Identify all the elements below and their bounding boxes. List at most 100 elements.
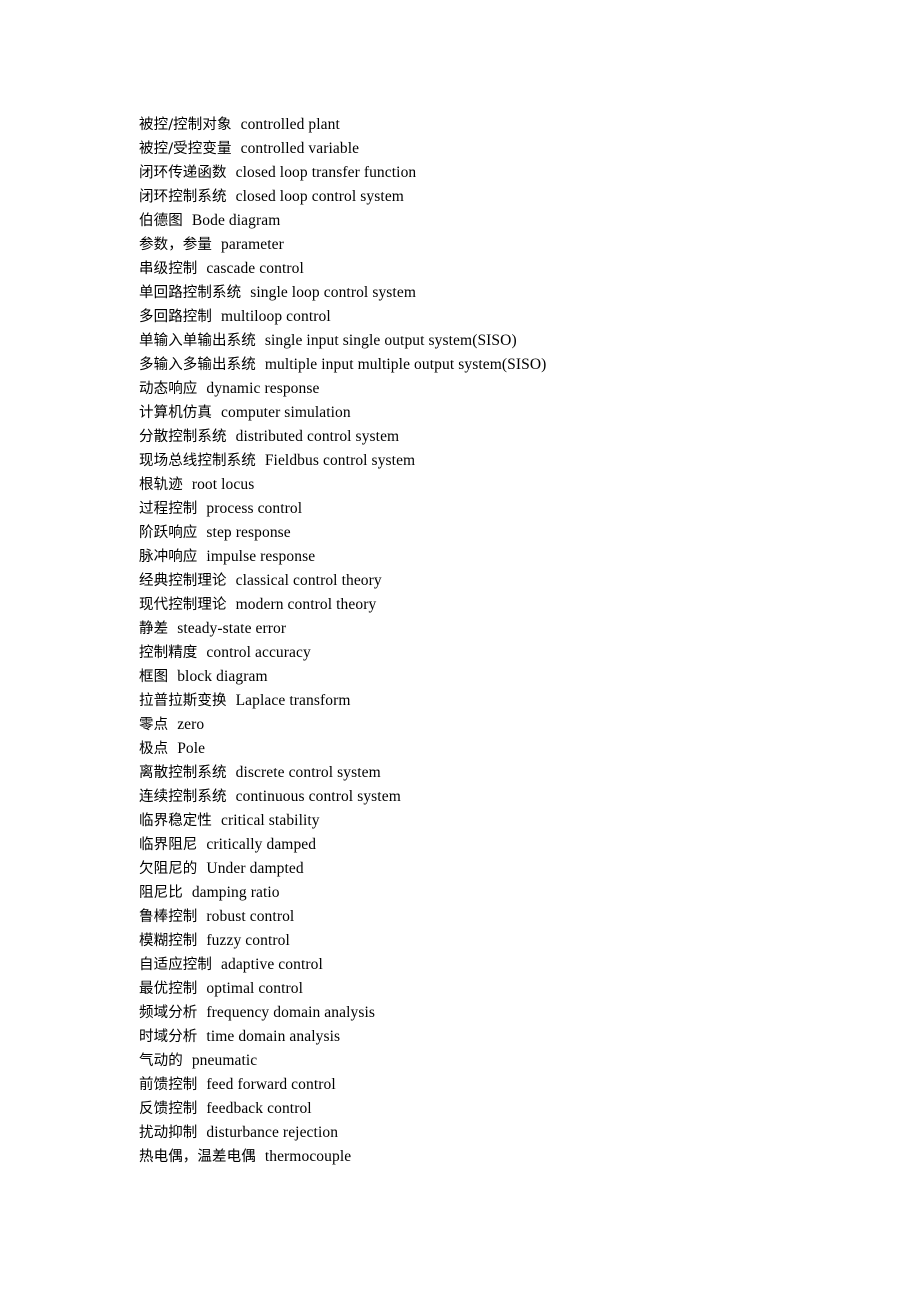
glossary-entry: 单输入单输出系统 single input single output syste… [139, 329, 839, 353]
glossary-term-english: Under dampted [206, 860, 304, 877]
glossary-term-chinese: 拉普拉斯变换 [139, 693, 227, 709]
glossary-term-chinese: 闭环传递函数 [139, 165, 227, 181]
glossary-entry: 离散控制系统 discrete control system [139, 761, 839, 785]
glossary-term-chinese: 临界稳定性 [139, 813, 212, 829]
glossary-term-english: optimal control [206, 980, 304, 997]
glossary-entry: 多输入多输出系统 multiple input multiple output s… [139, 353, 839, 377]
glossary-term-chinese: 计算机仿真 [139, 405, 212, 421]
glossary-term-chinese: 动态响应 [139, 381, 198, 397]
glossary-term-english: process control [206, 500, 303, 517]
glossary-term-chinese: 多回路控制 [139, 309, 212, 325]
glossary-entry: 经典控制理论 classical control theory [139, 569, 839, 593]
glossary-term-english: step response [206, 524, 291, 541]
glossary-entry: 扰动抑制 disturbance rejection [139, 1121, 839, 1145]
glossary-term-english: damping ratio [191, 884, 280, 901]
glossary-term-english: multiple input multiple output system(SI… [264, 356, 547, 373]
glossary-term-english: robust control [206, 908, 295, 925]
glossary-entry: 阶跃响应 step response [139, 521, 839, 545]
glossary-term-chinese: 频域分析 [139, 1005, 198, 1021]
glossary-term-english: closed loop control system [235, 188, 404, 205]
glossary-term-chinese: 欠阻尼的 [139, 861, 198, 877]
glossary-term-english: disturbance rejection [206, 1124, 339, 1141]
glossary-term-chinese: 反馈控制 [139, 1101, 198, 1117]
glossary-term-english: discrete control system [235, 764, 381, 781]
glossary-term-english: steady-state error [177, 620, 287, 637]
glossary-term-english: adaptive control [221, 956, 323, 973]
glossary-term-english: single loop control system [250, 284, 416, 301]
glossary-entry: 现代控制理论 modern control theory [139, 593, 839, 617]
glossary-entry: 模糊控制 fuzzy control [139, 929, 839, 953]
glossary-entry: 反馈控制 feedback control [139, 1097, 839, 1121]
glossary-entry: 闭环控制系统 closed loop control system [139, 185, 839, 209]
glossary-term-chinese: 气动的 [139, 1053, 183, 1069]
glossary-entry: 脉冲响应 impulse response [139, 545, 839, 569]
glossary-term-english: control accuracy [206, 644, 311, 661]
glossary-term-english: computer simulation [221, 404, 351, 421]
glossary-term-chinese: 闭环控制系统 [139, 189, 227, 205]
glossary-entry: 分散控制系统 distributed control system [139, 425, 839, 449]
glossary-term-english: parameter [221, 236, 284, 253]
glossary-entry: 被控/控制对象 controlled plant [139, 113, 839, 137]
glossary-term-chinese: 最优控制 [139, 981, 198, 997]
glossary-term-english: Laplace transform [235, 692, 351, 709]
glossary-entry: 串级控制 cascade control [139, 257, 839, 281]
document-page: 被控/控制对象 controlled plant 被控/受控变量 controlled… [0, 0, 920, 1302]
glossary-term-english: block diagram [177, 668, 268, 685]
glossary-term-chinese: 伯德图 [139, 213, 183, 229]
glossary-entry: 气动的 pneumatic [139, 1049, 839, 1073]
glossary-term-chinese: 临界阻尼 [139, 837, 198, 853]
glossary-entry: 连续控制系统 continuous control system [139, 785, 839, 809]
glossary-term-english: root locus [191, 476, 255, 493]
glossary-term-chinese: 自适应控制 [139, 957, 212, 973]
glossary-entry: 阻尼比 damping ratio [139, 881, 839, 905]
glossary-term-chinese: 连续控制系统 [139, 789, 227, 805]
glossary-term-english: Fieldbus control system [264, 452, 416, 469]
glossary-entry: 单回路控制系统 single loop control system [139, 281, 839, 305]
glossary-entry: 控制精度 control accuracy [139, 641, 839, 665]
glossary-term-chinese: 模糊控制 [139, 933, 198, 949]
glossary-term-english: distributed control system [235, 428, 400, 445]
glossary-term-english: multiloop control [221, 308, 331, 325]
glossary-term-chinese: 参数，参量 [139, 237, 212, 253]
glossary-term-chinese: 多输入多输出系统 [139, 357, 256, 373]
glossary-term-english: time domain analysis [206, 1028, 341, 1045]
glossary-entry: 热电偶，温差电偶 thermocouple [139, 1145, 839, 1169]
glossary-term-english: dynamic response [206, 380, 320, 397]
glossary-entry: 伯德图 Bode diagram [139, 209, 839, 233]
glossary-entry: 拉普拉斯变换 Laplace transform [139, 689, 839, 713]
glossary-entry: 动态响应 dynamic response [139, 377, 839, 401]
glossary-entry: 频域分析 frequency domain analysis [139, 1001, 839, 1025]
glossary-term-chinese: 框图 [139, 669, 169, 685]
glossary-term-chinese: 扰动抑制 [139, 1125, 198, 1141]
glossary-term-english: thermocouple [264, 1148, 352, 1165]
glossary-term-chinese: 过程控制 [139, 501, 198, 517]
glossary-entry: 静差 steady-state error [139, 617, 839, 641]
glossary-entry: 闭环传递函数 closed loop transfer function [139, 161, 839, 185]
glossary-term-english: Bode diagram [191, 212, 281, 229]
glossary-entry: 时域分析 time domain analysis [139, 1025, 839, 1049]
glossary-term-chinese: 热电偶，温差电偶 [139, 1149, 256, 1165]
glossary-term-english: continuous control system [235, 788, 401, 805]
glossary-term-english: classical control theory [235, 572, 382, 589]
glossary-term-chinese: 经典控制理论 [139, 573, 227, 589]
glossary-entry: 欠阻尼的 Under dampted [139, 857, 839, 881]
glossary-entry: 现场总线控制系统 Fieldbus control system [139, 449, 839, 473]
glossary-term-english: impulse response [206, 548, 316, 565]
glossary-term-chinese: 鲁棒控制 [139, 909, 198, 925]
glossary-term-chinese: 单回路控制系统 [139, 285, 242, 301]
glossary-term-english: critically damped [206, 836, 317, 853]
glossary-entry: 临界稳定性 critical stability [139, 809, 839, 833]
glossary-entry: 多回路控制 multiloop control [139, 305, 839, 329]
glossary-term-chinese: 极点 [139, 741, 169, 757]
glossary-term-english: frequency domain analysis [206, 1004, 376, 1021]
glossary-term-english: zero [177, 716, 205, 733]
glossary-list: 被控/控制对象 controlled plant 被控/受控变量 controlled… [139, 113, 839, 1169]
glossary-entry: 最优控制 optimal control [139, 977, 839, 1001]
glossary-entry: 过程控制 process control [139, 497, 839, 521]
glossary-entry: 鲁棒控制 robust control [139, 905, 839, 929]
glossary-term-chinese: 单输入单输出系统 [139, 333, 256, 349]
glossary-entry: 框图 block diagram [139, 665, 839, 689]
glossary-term-chinese: 离散控制系统 [139, 765, 227, 781]
glossary-term-chinese: 现代控制理论 [139, 597, 227, 613]
glossary-term-english: feedback control [206, 1100, 312, 1117]
